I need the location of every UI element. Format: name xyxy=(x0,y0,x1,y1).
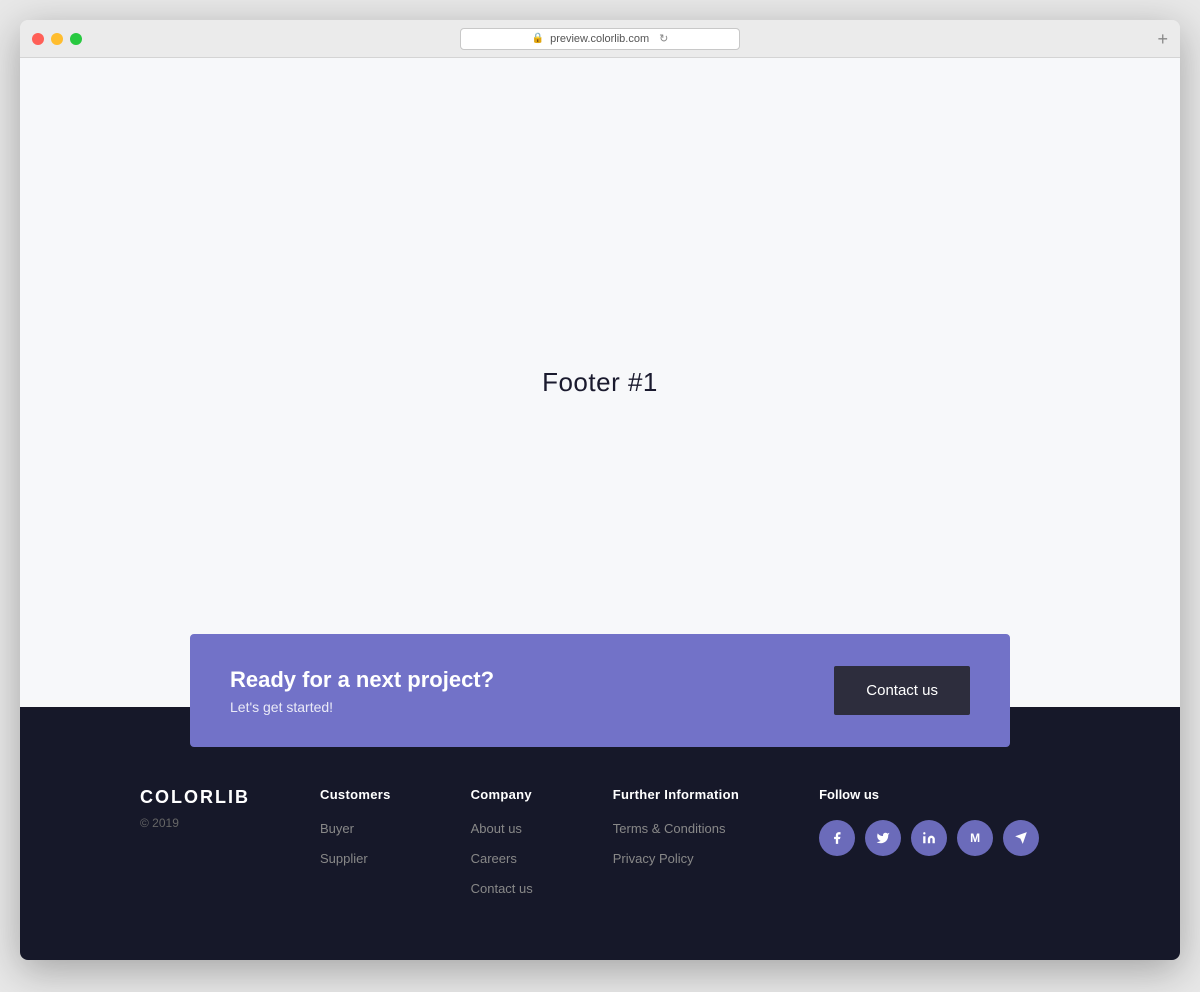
contact-us-button[interactable]: Contact us xyxy=(834,666,970,715)
careers-link[interactable]: Careers xyxy=(471,851,517,866)
linkedin-icon[interactable] xyxy=(911,820,947,856)
list-item: Supplier xyxy=(320,850,391,868)
maximize-button[interactable] xyxy=(70,33,82,45)
footer-brand: COLORLIB © 2019 xyxy=(140,787,260,830)
cta-heading: Ready for a next project? xyxy=(230,667,494,693)
col-customers-heading: Customers xyxy=(320,787,391,802)
cta-subtext: Let's get started! xyxy=(230,699,494,715)
brand-name: COLORLIB xyxy=(140,787,260,808)
buyer-link[interactable]: Buyer xyxy=(320,821,354,836)
lock-icon: 🔒 xyxy=(532,33,544,44)
medium-icon[interactable]: M xyxy=(957,820,993,856)
col-further-links: Terms & Conditions Privacy Policy xyxy=(613,820,739,868)
cta-section: Ready for a next project? Let's get star… xyxy=(190,634,1010,747)
twitter-icon[interactable] xyxy=(865,820,901,856)
facebook-icon[interactable] xyxy=(819,820,855,856)
cta-banner: Ready for a next project? Let's get star… xyxy=(190,634,1010,747)
cta-text: Ready for a next project? Let's get star… xyxy=(230,667,494,715)
brand-copyright: © 2019 xyxy=(140,816,260,830)
col-company-links: About us Careers Contact us xyxy=(471,820,533,898)
footer-col-company: Company About us Careers Contact us xyxy=(471,787,533,910)
privacy-policy-link[interactable]: Privacy Policy xyxy=(613,851,694,866)
page-title: Footer #1 xyxy=(542,367,658,398)
contact-us-footer-link[interactable]: Contact us xyxy=(471,881,533,896)
social-icons: M xyxy=(819,820,1039,856)
follow-heading: Follow us xyxy=(819,787,1039,802)
page-content: Footer #1 Ready for a next project? Let'… xyxy=(20,58,1180,960)
footer-col-follow: Follow us M xyxy=(819,787,1039,910)
add-tab-button[interactable]: + xyxy=(1157,30,1168,48)
footer-col-further-info: Further Information Terms & Conditions P… xyxy=(613,787,739,910)
supplier-link[interactable]: Supplier xyxy=(320,851,368,866)
footer-columns: Customers Buyer Supplier Company About u… xyxy=(320,787,1060,910)
main-area: Footer #1 Ready for a next project? Let'… xyxy=(20,58,1180,707)
list-item: Terms & Conditions xyxy=(613,820,739,838)
refresh-icon[interactable]: ↻ xyxy=(659,32,668,45)
list-item: About us xyxy=(471,820,533,838)
url-text: preview.colorlib.com xyxy=(550,33,649,45)
traffic-lights xyxy=(32,33,82,45)
col-company-heading: Company xyxy=(471,787,533,802)
browser-window: 🔒 preview.colorlib.com ↻ + Footer #1 Rea… xyxy=(20,20,1180,960)
list-item: Buyer xyxy=(320,820,391,838)
url-bar[interactable]: 🔒 preview.colorlib.com ↻ xyxy=(460,28,740,50)
list-item: Careers xyxy=(471,850,533,868)
titlebar: 🔒 preview.colorlib.com ↻ + xyxy=(20,20,1180,58)
close-button[interactable] xyxy=(32,33,44,45)
about-us-link[interactable]: About us xyxy=(471,821,522,836)
telegram-icon[interactable] xyxy=(1003,820,1039,856)
minimize-button[interactable] xyxy=(51,33,63,45)
col-further-heading: Further Information xyxy=(613,787,739,802)
terms-conditions-link[interactable]: Terms & Conditions xyxy=(613,821,726,836)
list-item: Contact us xyxy=(471,880,533,898)
list-item: Privacy Policy xyxy=(613,850,739,868)
footer-col-customers: Customers Buyer Supplier xyxy=(320,787,391,910)
col-customers-links: Buyer Supplier xyxy=(320,820,391,868)
